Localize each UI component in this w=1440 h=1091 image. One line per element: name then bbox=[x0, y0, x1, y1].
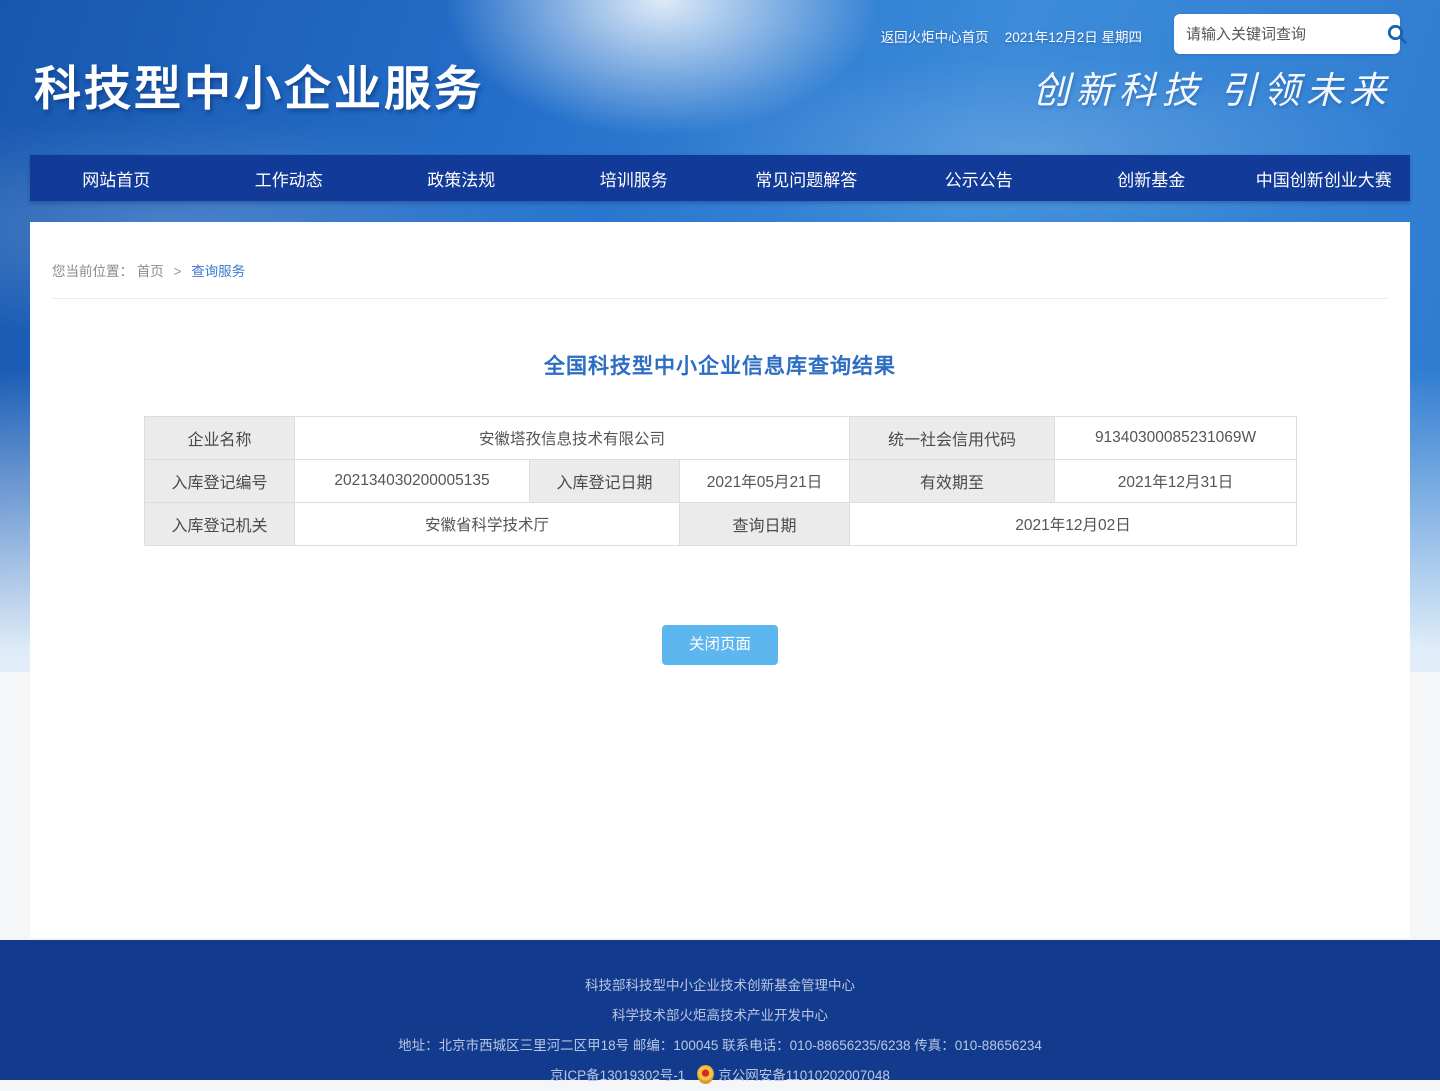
nav-item-innovation-fund[interactable]: 创新基金 bbox=[1065, 155, 1238, 201]
label-query-date: 查询日期 bbox=[680, 503, 850, 546]
nav-item-home[interactable]: 网站首页 bbox=[30, 155, 203, 201]
label-credit-code: 统一社会信用代码 bbox=[850, 417, 1055, 460]
footer-contact-line: 地址：北京市西城区三里河二区甲18号 邮编：100045 联系电话：010-88… bbox=[0, 1031, 1440, 1061]
magnifier-icon bbox=[1385, 22, 1409, 46]
nav-item-announcements[interactable]: 公示公告 bbox=[893, 155, 1066, 201]
nav-item-work-news[interactable]: 工作动态 bbox=[203, 155, 376, 201]
breadcrumb-home-link[interactable]: 首页 bbox=[137, 264, 164, 279]
keyword-search-box bbox=[1174, 14, 1400, 54]
value-registration-number: 202134030200005135 bbox=[295, 460, 530, 503]
nav-item-faq[interactable]: 常见问题解答 bbox=[720, 155, 893, 201]
search-input[interactable] bbox=[1186, 26, 1385, 43]
close-page-button[interactable]: 关闭页面 bbox=[662, 625, 778, 665]
value-credit-code: 91340300085231069W bbox=[1055, 417, 1297, 460]
value-valid-until: 2021年12月31日 bbox=[1055, 460, 1297, 503]
breadcrumb-current-link[interactable]: 查询服务 bbox=[191, 264, 245, 279]
value-registration-date: 2021年05月21日 bbox=[680, 460, 850, 503]
public-security-link[interactable]: 京公网安备11010202007048 bbox=[718, 1068, 890, 1083]
site-header: 科技型中小企业服务 创新科技 引领未来 返回火炬中心首页 2021年12月2日 … bbox=[0, 0, 1440, 155]
site-slogan: 创新科技 引领未来 bbox=[1033, 60, 1392, 114]
value-company-name: 安徽塔孜信息技术有限公司 bbox=[295, 417, 850, 460]
footer-org-line2: 科学技术部火炬高技术产业开发中心 bbox=[0, 1001, 1440, 1031]
table-row: 入库登记机关 安徽省科学技术厅 查询日期 2021年12月02日 bbox=[145, 503, 1297, 546]
nav-item-policies[interactable]: 政策法规 bbox=[375, 155, 548, 201]
breadcrumb: 您当前位置： 首页 > 查询服务 bbox=[52, 260, 1388, 299]
table-row: 企业名称 安徽塔孜信息技术有限公司 统一社会信用代码 9134030008523… bbox=[145, 417, 1297, 460]
query-result-table: 企业名称 安徽塔孜信息技术有限公司 统一社会信用代码 9134030008523… bbox=[144, 416, 1297, 546]
header-top-row: 返回火炬中心首页 2021年12月2日 星期四 bbox=[881, 26, 1142, 46]
icp-license-link[interactable]: 京ICP备13019302号-1 bbox=[550, 1068, 685, 1083]
label-valid-until: 有效期至 bbox=[850, 460, 1055, 503]
table-row: 入库登记编号 202134030200005135 入库登记日期 2021年05… bbox=[145, 460, 1297, 503]
footer-icp-line: 京ICP备13019302号-1 京公网安备11010202007048 bbox=[0, 1061, 1440, 1091]
content-panel: 您当前位置： 首页 > 查询服务 全国科技型中小企业信息库查询结果 企业名称 安… bbox=[30, 222, 1410, 938]
torch-center-home-link[interactable]: 返回火炬中心首页 bbox=[881, 26, 989, 46]
label-registration-authority: 入库登记机关 bbox=[145, 503, 295, 546]
site-footer: 科技部科技型中小企业技术创新基金管理中心 科学技术部火炬高技术产业开发中心 地址… bbox=[0, 940, 1440, 1080]
breadcrumb-prefix: 您当前位置： bbox=[52, 264, 133, 279]
value-registration-authority: 安徽省科学技术厅 bbox=[295, 503, 680, 546]
footer-org-line1: 科技部科技型中小企业技术创新基金管理中心 bbox=[0, 971, 1440, 1001]
label-company-name: 企业名称 bbox=[145, 417, 295, 460]
main-navigation: 网站首页 工作动态 政策法规 培训服务 常见问题解答 公示公告 创新基金 中国创… bbox=[30, 155, 1410, 201]
search-button[interactable] bbox=[1385, 19, 1409, 49]
nav-item-competition[interactable]: 中国创新创业大赛 bbox=[1238, 155, 1411, 201]
nav-item-training[interactable]: 培训服务 bbox=[548, 155, 721, 201]
label-registration-date: 入库登记日期 bbox=[530, 460, 680, 503]
site-logo: 科技型中小企业服务 bbox=[34, 50, 484, 119]
header-date: 2021年12月2日 星期四 bbox=[1005, 26, 1142, 46]
page-title: 全国科技型中小企业信息库查询结果 bbox=[30, 350, 1410, 380]
label-registration-number: 入库登记编号 bbox=[145, 460, 295, 503]
police-badge-icon bbox=[697, 1065, 714, 1084]
close-button-row: 关闭页面 bbox=[30, 625, 1410, 665]
value-query-date: 2021年12月02日 bbox=[850, 503, 1297, 546]
breadcrumb-separator: > bbox=[174, 264, 182, 279]
